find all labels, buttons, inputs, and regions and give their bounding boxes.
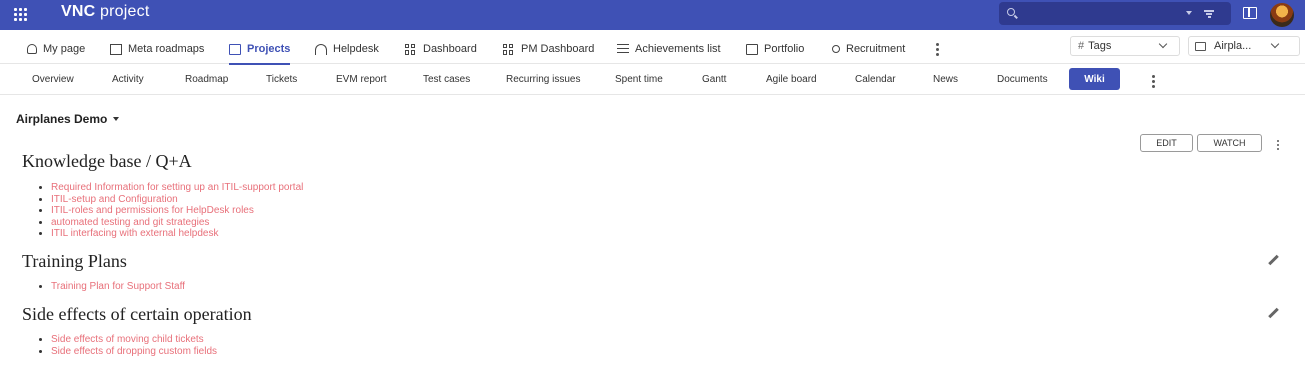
tab-gantt[interactable]: Gantt	[702, 74, 726, 85]
section-title: Side effects of certain operation	[22, 304, 252, 324]
nav-item-my-page[interactable]: My page	[27, 40, 85, 58]
more-tabs-icon[interactable]	[1152, 75, 1155, 90]
chevron-down-icon	[1270, 39, 1280, 49]
tab-calendar[interactable]: Calendar	[855, 74, 896, 85]
add-user-icon	[832, 45, 840, 53]
tab-activity[interactable]: Activity	[112, 74, 144, 85]
search-input[interactable]	[999, 2, 1231, 25]
caret-down-icon[interactable]	[1186, 11, 1192, 15]
tab-documents[interactable]: Documents	[997, 74, 1048, 85]
tab-roadmap[interactable]: Roadmap	[185, 74, 228, 85]
tags-select[interactable]: # Tags	[1070, 36, 1180, 56]
section-link-list: Training Plan for Support Staff	[38, 281, 185, 293]
chevron-down-icon	[1158, 39, 1168, 49]
tab-news[interactable]: News	[933, 74, 958, 85]
section-title: Knowledge base / Q+A	[22, 151, 192, 171]
nav-item-pm-dashboard[interactable]: PM Dashboard	[503, 40, 594, 58]
briefcase-icon	[746, 43, 758, 55]
edit-button[interactable]: EDIT	[1140, 134, 1193, 152]
edit-pencil-icon[interactable]	[1268, 308, 1279, 319]
tab-spent-time[interactable]: Spent time	[615, 74, 663, 85]
dashboard-icon	[503, 43, 515, 55]
search-icon	[1007, 8, 1015, 16]
tab-overview[interactable]: Overview	[32, 74, 74, 85]
nav-item-recruitment[interactable]: Recruitment	[832, 40, 905, 58]
avatar[interactable]	[1270, 3, 1294, 27]
page-actions-icon[interactable]	[1277, 140, 1279, 152]
side-panel-icon[interactable]	[1243, 7, 1257, 19]
wiki-link[interactable]: ITIL interfacing with external helpdesk	[38, 228, 303, 240]
filter-icon[interactable]	[1204, 10, 1214, 18]
nav-item-achievements-list[interactable]: Achievements list	[617, 40, 721, 58]
dashboard-icon	[405, 43, 417, 55]
nav-item-dashboard[interactable]: Dashboard	[405, 40, 477, 58]
user-icon	[27, 44, 37, 54]
app-logo[interactable]: VNC project	[61, 3, 149, 21]
project-select[interactable]: Airpla...	[1188, 36, 1300, 56]
nav-item-projects[interactable]: Projects	[229, 40, 291, 65]
tab-recurring-issues[interactable]: Recurring issues	[506, 74, 580, 85]
wiki-link[interactable]: Required Information for setting up an I…	[38, 182, 303, 194]
wiki-link[interactable]: Training Plan for Support Staff	[38, 281, 185, 293]
nav-item-meta-roadmaps[interactable]: Meta roadmaps	[110, 40, 204, 58]
tab-tickets[interactable]: Tickets	[266, 74, 297, 85]
nav-item-helpdesk[interactable]: Helpdesk	[315, 40, 379, 58]
wiki-link[interactable]: automated testing and git strategies	[38, 217, 303, 229]
section-link-list: Required Information for setting up an I…	[38, 182, 303, 240]
wiki-link[interactable]: Side effects of moving child tickets	[38, 334, 217, 346]
tab-wiki[interactable]: Wiki	[1069, 68, 1120, 90]
tab-test-cases[interactable]: Test cases	[423, 74, 470, 85]
section-link-list: Side effects of moving child tickets Sid…	[38, 334, 217, 357]
watch-button[interactable]: WATCH	[1197, 134, 1262, 152]
wiki-link[interactable]: ITIL-setup and Configuration	[38, 194, 303, 206]
wiki-link[interactable]: Side effects of dropping custom fields	[38, 346, 217, 358]
list-icon	[617, 43, 629, 55]
folder-icon	[1195, 41, 1206, 51]
project-switcher[interactable]: Airplanes Demo	[16, 112, 120, 126]
top-bar: VNC project	[0, 0, 1305, 30]
folder-icon	[229, 43, 241, 55]
caret-down-icon	[113, 117, 120, 121]
tab-evm-report[interactable]: EVM report	[336, 74, 387, 85]
wiki-link[interactable]: ITIL-roles and permissions for HelpDesk …	[38, 205, 303, 217]
tab-agile-board[interactable]: Agile board	[766, 74, 817, 85]
apps-grid-icon[interactable]	[14, 8, 27, 21]
map-icon	[110, 43, 122, 55]
section-title: Training Plans	[22, 251, 127, 271]
edit-pencil-icon[interactable]	[1268, 255, 1279, 266]
headset-icon	[315, 43, 327, 55]
nav-item-portfolio[interactable]: Portfolio	[746, 40, 804, 58]
hash-icon: #	[1078, 40, 1085, 52]
more-menu-icon[interactable]	[936, 43, 939, 58]
project-sub-nav: Overview Activity Roadmap Tickets EVM re…	[0, 65, 1305, 95]
